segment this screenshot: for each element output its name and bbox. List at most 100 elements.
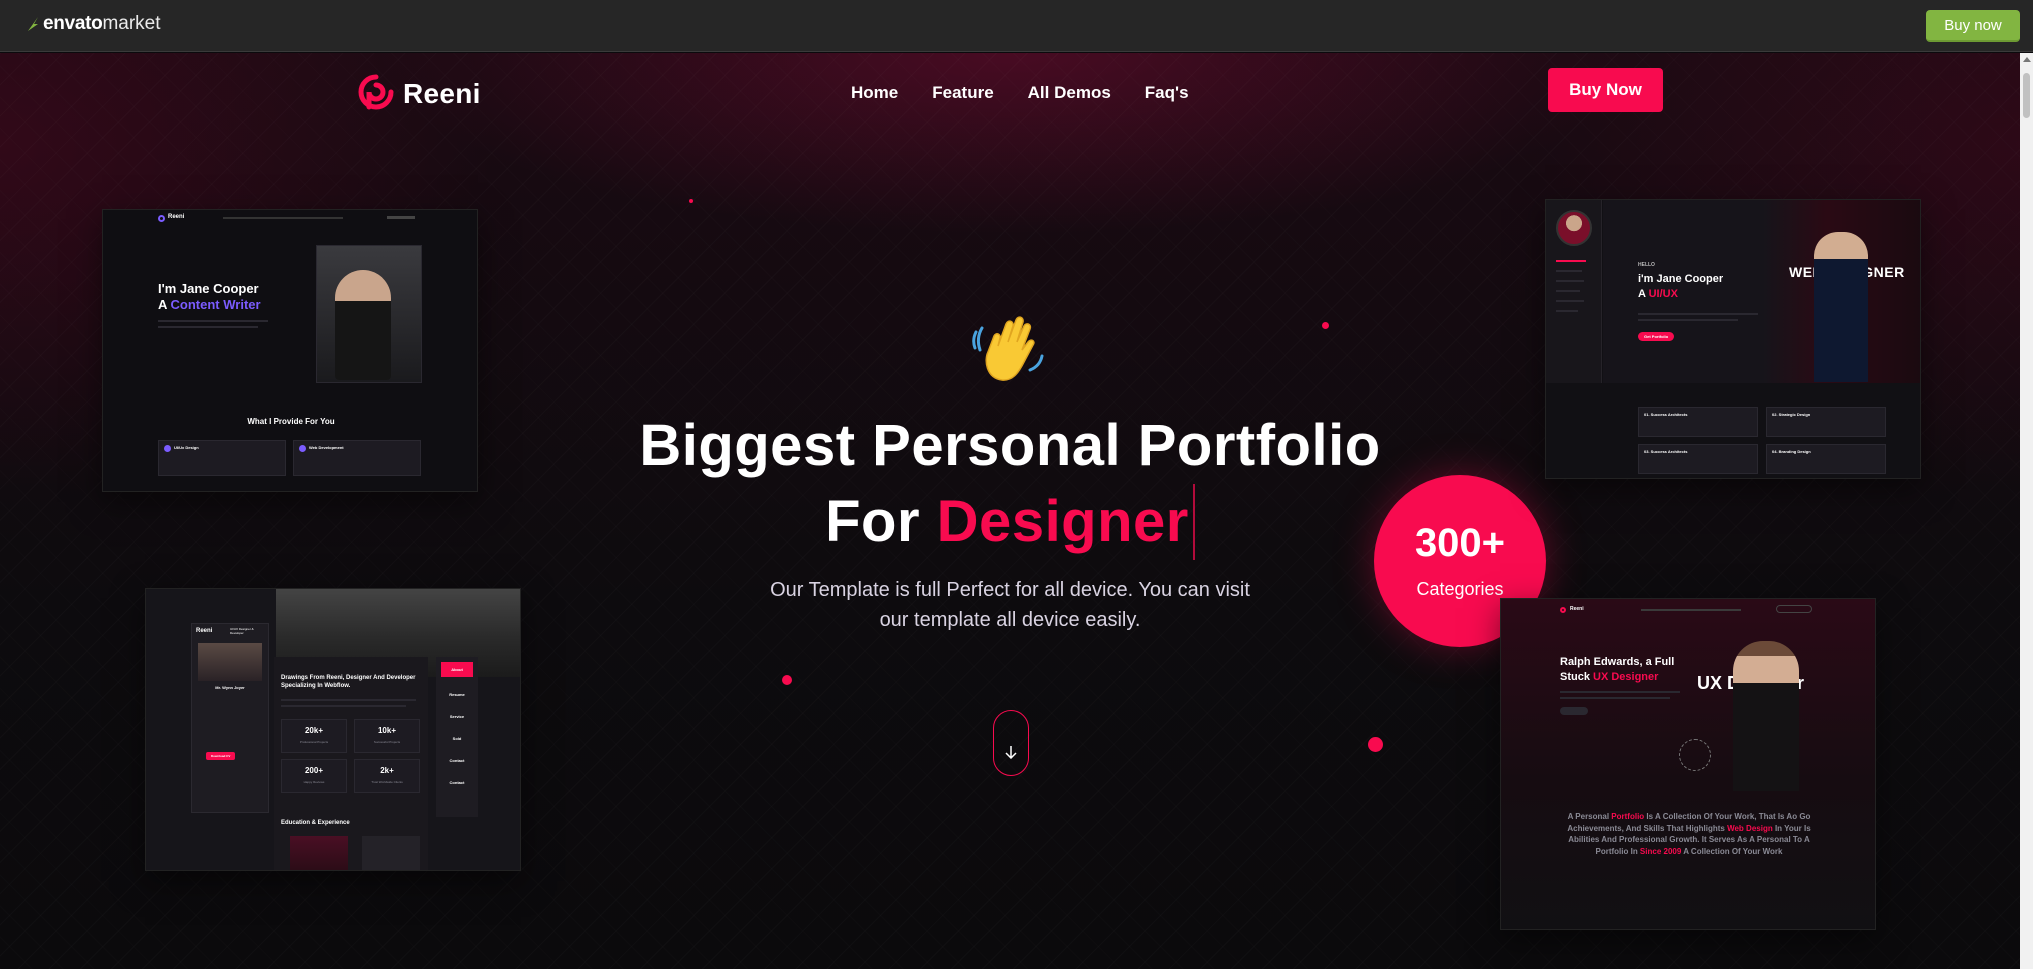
- card4-text-line: [1560, 697, 1670, 699]
- card2-avatar: [1556, 210, 1592, 246]
- nav-home[interactable]: Home: [851, 83, 898, 103]
- arrow-down-icon: [1005, 746, 1017, 759]
- scroll-up-arrow-icon[interactable]: [2023, 57, 2031, 62]
- card2-menu-line: [1556, 270, 1582, 272]
- typing-caret: [1192, 484, 1195, 560]
- decor-dot: [782, 675, 792, 685]
- decor-dot: [1322, 322, 1329, 329]
- scroll-down-button[interactable]: [993, 710, 1029, 776]
- card4-heading: Ralph Edwards, a Full Stuck UX Designer: [1560, 655, 1674, 685]
- card2-service-1: 01. Success Architects: [1644, 412, 1688, 417]
- card3-stat-value-1: 20k+: [304, 726, 324, 735]
- card3-timeline-card: [290, 836, 348, 870]
- categories-count: 300+: [1414, 521, 1506, 565]
- card2-person: [1814, 232, 1868, 382]
- decor-dot: [689, 199, 693, 203]
- card2-heading-prefix: A: [1638, 288, 1649, 300]
- card2-heading: i'm Jane Cooper A UI/UX: [1638, 272, 1723, 302]
- hero-title: Biggest Personal Portfolio For Designer: [560, 408, 1460, 560]
- card4-person: [1733, 641, 1799, 791]
- card1-section-title: What I Provide For You: [247, 417, 335, 426]
- card3-stat-value-3: 200+: [304, 766, 324, 775]
- card1-brand: Reeni: [168, 214, 185, 220]
- card1-service-2: Web Development: [309, 445, 344, 450]
- page-scrollbar[interactable]: [2020, 53, 2033, 969]
- card4-paragraph-accent-3: Since 2009: [1639, 846, 1682, 856]
- demo-preview-card-1[interactable]: Reeni I'm Jane Cooper A Content Writer W…: [102, 209, 478, 492]
- envato-logo[interactable]: envato market: [26, 13, 161, 35]
- card3-avatar: [198, 643, 262, 681]
- card2-portfolio-button: Get Portfolio: [1638, 332, 1675, 341]
- nav-all-demos[interactable]: All Demos: [1028, 83, 1111, 103]
- envato-leaf-icon: [28, 17, 38, 31]
- card2-menu-line: [1556, 280, 1584, 282]
- card4-logo-icon: [1560, 607, 1566, 613]
- card3-stat-value-4: 2k+: [380, 766, 394, 775]
- card1-service-icon: [299, 445, 306, 452]
- card4-paragraph-accent-1: Portfolio: [1611, 812, 1645, 821]
- nav-faqs[interactable]: Faq's: [1145, 83, 1189, 103]
- card4-paragraph-accent-2: Web Design: [1727, 823, 1773, 833]
- hero-subtitle: Our Template is full Perfect for all dev…: [770, 579, 1250, 631]
- envato-top-bar: envato market Buy now: [0, 0, 2033, 52]
- card3-stat-label-4: Trust Worldwide Clients: [371, 780, 403, 784]
- main-nav: Home Feature All Demos Faq's: [851, 83, 1189, 103]
- card3-stat-label-3: Happy Reviews: [303, 780, 325, 784]
- card2-menu-line: [1556, 300, 1584, 302]
- card3-role: UI/UX Designer & Developer: [230, 627, 254, 635]
- card3-brand: Reeni: [196, 628, 213, 634]
- hero-title-line2-plain: For: [825, 489, 937, 554]
- card3-menu-about: About: [441, 662, 473, 677]
- card3-stat-box: [281, 719, 347, 753]
- hero-title-line1: Biggest Personal Portfolio: [639, 413, 1381, 478]
- demo-preview-card-2[interactable]: HELLO i'm Jane Cooper A UI/UX Get Portfo…: [1545, 199, 1921, 479]
- card1-portrait-figure: [335, 270, 391, 380]
- card3-stat-label-2: Successful Projects: [373, 740, 401, 744]
- card3-menu-resume: Resume: [449, 692, 465, 697]
- buy-now-button[interactable]: Buy Now: [1548, 68, 1663, 112]
- card3-stat-box: [281, 759, 347, 793]
- envato-logo-bold: envato: [43, 13, 103, 34]
- hero-title-accent: Designer: [936, 489, 1189, 554]
- envato-buy-now-button[interactable]: Buy now: [1926, 10, 2020, 42]
- site-logo[interactable]: Reeni: [357, 73, 481, 115]
- card4-contact-pill: [1776, 605, 1812, 613]
- card1-service-1: UI/Ux Design: [174, 445, 199, 450]
- card2-menu-line: [1556, 290, 1580, 292]
- card4-cta-button: [1560, 707, 1588, 715]
- card3-stat-value-2: 10k+: [377, 726, 397, 735]
- nav-feature[interactable]: Feature: [932, 83, 993, 103]
- waving-hand-icon: [972, 316, 1044, 381]
- card2-heading-accent: UI/UX: [1648, 288, 1678, 300]
- card3-download-button: Download CV: [206, 752, 236, 760]
- card2-text-line: [1638, 319, 1738, 321]
- card1-nav-icons: [387, 216, 415, 219]
- card2-heading-plain: i'm Jane Cooper: [1638, 273, 1724, 285]
- card1-text-line: [158, 320, 268, 322]
- card1-heading-plain: I'm Jane Cooper: [158, 281, 259, 296]
- scrollbar-thumb[interactable]: [2023, 73, 2030, 118]
- card2-menu-line: [1556, 260, 1586, 262]
- card3-name: Mr. Wynn Joyer: [215, 685, 245, 690]
- reeni-logo-icon: [358, 74, 394, 110]
- demo-preview-card-3[interactable]: Reeni UI/UX Designer & Developer Mr. Wyn…: [145, 588, 521, 871]
- card3-menu-service: Service: [449, 714, 465, 719]
- card1-heading: I'm Jane Cooper A Content Writer: [158, 281, 261, 313]
- card3-stat-box: [354, 759, 420, 793]
- card1-service-icon: [164, 445, 171, 452]
- card3-timeline-card: [362, 836, 420, 870]
- demo-preview-card-4[interactable]: Reeni Ralph Edwards, a Full Stuck UX Des…: [1500, 598, 1876, 930]
- card2-service-3: 03. Success Architects: [1644, 449, 1688, 454]
- card3-menu-sold: Sold: [452, 736, 462, 741]
- card3-text-line: [281, 705, 406, 707]
- card4-rotating-badge: [1679, 739, 1711, 771]
- card2-greeting: HELLO: [1638, 262, 1655, 268]
- site-brand-name: Reeni: [403, 78, 481, 109]
- card3-section-title: Education & Experience: [281, 820, 350, 826]
- decor-dot: [1368, 737, 1383, 752]
- card4-heading-plain: Stuck: [1560, 671, 1594, 683]
- card4-paragraph-1: A Personal: [1567, 812, 1612, 821]
- card4-brand: Reeni: [1570, 606, 1584, 612]
- card1-heading-prefix: A: [158, 297, 171, 312]
- card1-heading-accent: Content Writer: [170, 297, 261, 312]
